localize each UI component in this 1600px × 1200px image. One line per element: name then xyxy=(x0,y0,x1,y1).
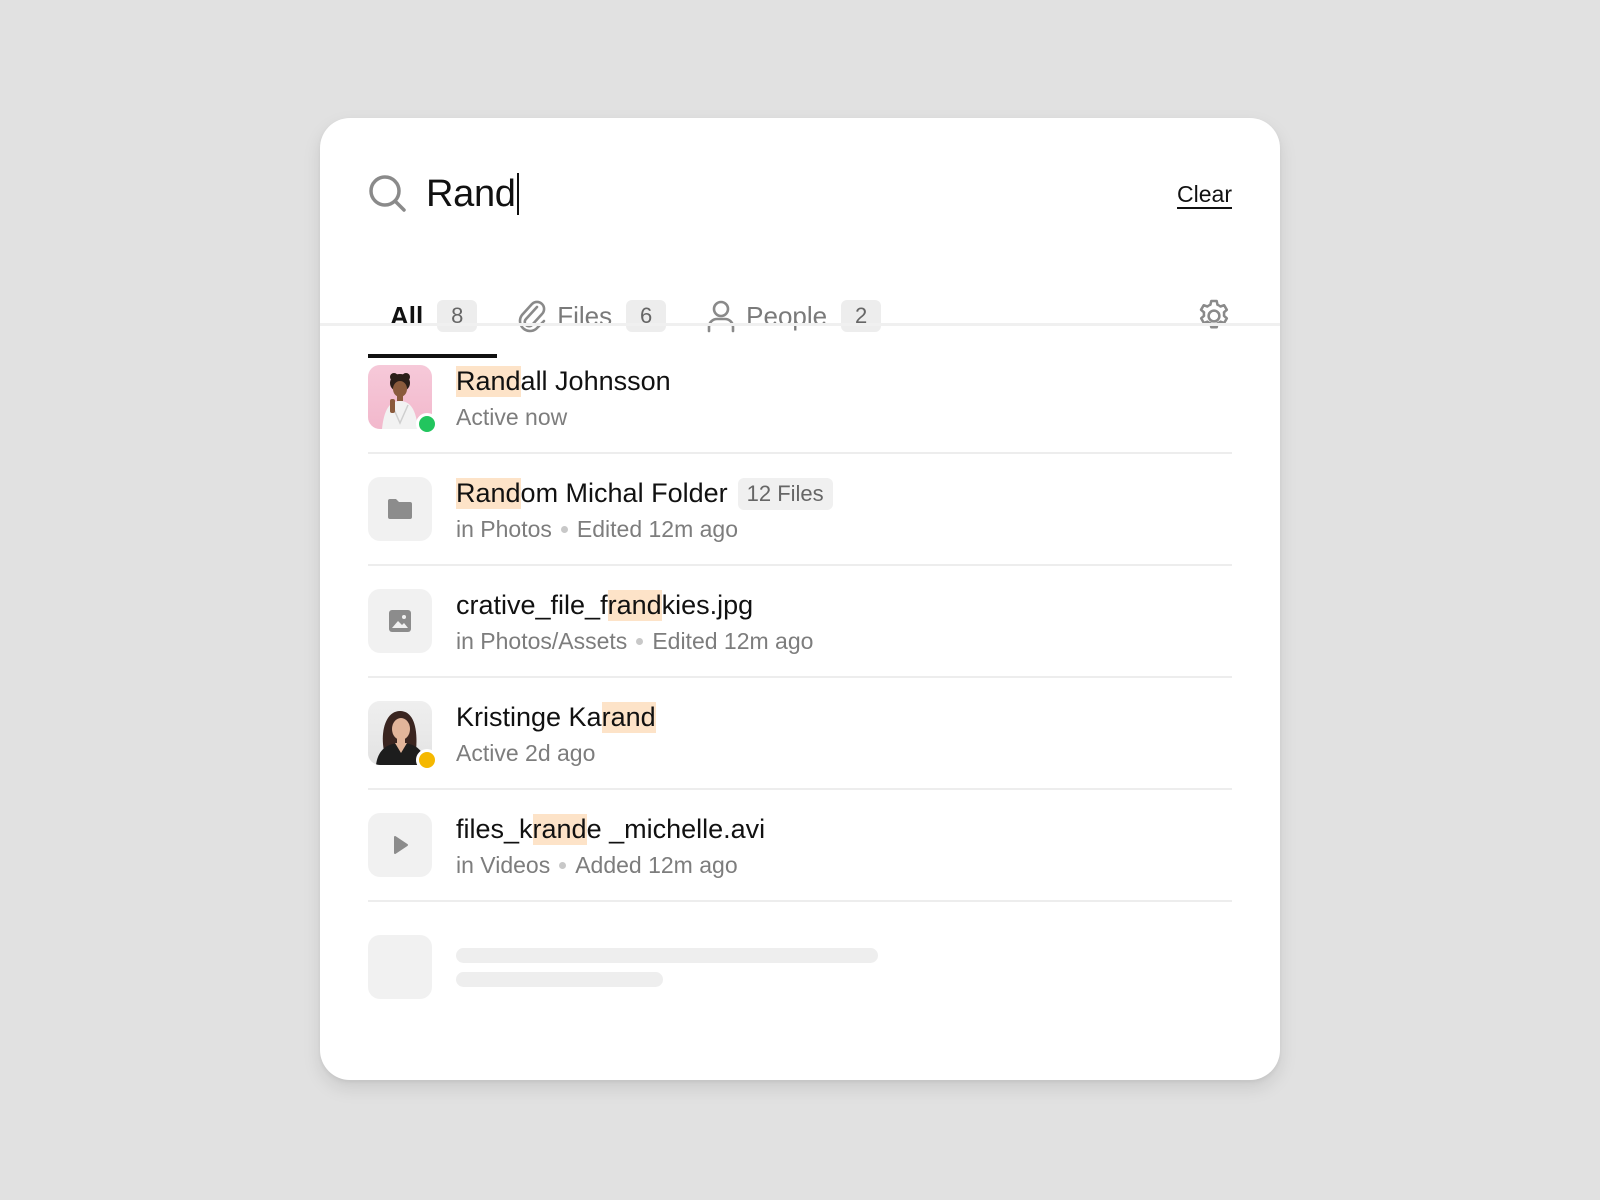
settings-button[interactable] xyxy=(1194,296,1234,336)
online-status-dot xyxy=(416,413,438,435)
avatar xyxy=(368,365,438,435)
clear-button[interactable]: Clear xyxy=(1177,181,1232,208)
title-rest: all Johnsson xyxy=(520,366,671,396)
result-subtitle: in Photos Edited 12m ago xyxy=(456,516,833,543)
file-thumb xyxy=(368,477,432,541)
search-icon xyxy=(368,174,408,214)
file-thumb xyxy=(368,589,432,653)
separator-dot xyxy=(560,525,568,533)
result-subtitle: Active 2d ago xyxy=(456,740,656,767)
search-input-value: Rand xyxy=(426,172,516,215)
person-icon xyxy=(706,299,736,333)
result-person-kristinge[interactable]: Kristinge Ka rand Active 2d ago xyxy=(368,678,1232,790)
meta-text: Added 12m ago xyxy=(575,851,738,878)
result-title: Kristinge Ka rand xyxy=(456,700,656,736)
tab-count-badge: 8 xyxy=(437,300,478,332)
match-highlight: rand xyxy=(607,590,662,621)
title-rest: kies.jpg xyxy=(661,590,754,620)
result-subtitle: in Videos Added 12m ago xyxy=(456,852,765,879)
result-text: files_k rand e _michelle.avi in Videos Adde… xyxy=(456,812,765,879)
result-subtitle: in Photos/Assets Edited 12m ago xyxy=(456,628,813,655)
tab-count-badge: 2 xyxy=(841,300,882,332)
location-text: in Photos/Assets xyxy=(456,627,628,654)
meta-text: Edited 12m ago xyxy=(652,627,814,654)
title-pre: files_k xyxy=(456,814,533,844)
results-list: Rand all Johnsson Active now Rand om Micha… xyxy=(368,342,1232,1032)
result-person-randall[interactable]: Rand all Johnsson Active now xyxy=(368,342,1232,454)
result-title: crative_file_f rand kies.jpg xyxy=(456,588,813,624)
title-rest: om Michal Folder xyxy=(520,478,728,508)
tab-count-badge: 6 xyxy=(626,300,667,332)
location-text: in Photos xyxy=(456,515,552,542)
separator-dot xyxy=(559,861,567,869)
title-rest: e _michelle.avi xyxy=(586,814,766,844)
skeleton-thumb xyxy=(368,935,432,999)
paperclip-icon xyxy=(517,299,547,333)
result-text: Rand om Michal Folder 12 Files in Photos Ed… xyxy=(456,476,833,543)
tabs-divider xyxy=(320,323,1280,326)
tab-label: People xyxy=(746,300,828,331)
result-title: files_k rand e _michelle.avi xyxy=(456,812,765,848)
location-text: in Videos xyxy=(456,851,551,878)
image-icon xyxy=(389,610,411,632)
tab-label: All xyxy=(390,300,424,331)
play-icon xyxy=(394,836,408,854)
match-highlight: rand xyxy=(532,814,587,845)
file-thumb xyxy=(368,813,432,877)
match-highlight: rand xyxy=(601,702,656,733)
avatar xyxy=(368,701,438,771)
result-image-file[interactable]: crative_file_f rand kies.jpg in Photos/Ass… xyxy=(368,566,1232,678)
skeleton-lines xyxy=(456,947,878,987)
match-highlight: Rand xyxy=(456,366,521,397)
result-text: Rand all Johnsson Active now xyxy=(456,364,671,431)
search-input[interactable]: Rand xyxy=(426,173,1177,216)
separator-dot xyxy=(636,637,644,645)
result-title: Rand all Johnsson xyxy=(456,364,671,400)
meta-text: Edited 12m ago xyxy=(576,515,739,542)
result-text: crative_file_f rand kies.jpg in Photos/Ass… xyxy=(456,588,813,655)
result-subtitle: Active now xyxy=(456,404,671,431)
away-status-dot xyxy=(416,749,438,771)
tab-label: Files xyxy=(557,300,613,331)
presence-text: Active 2d ago xyxy=(456,739,596,766)
file-count-badge: 12 Files xyxy=(737,477,833,510)
title-pre: Kristinge Ka xyxy=(456,702,602,732)
result-title: Rand om Michal Folder 12 Files xyxy=(456,476,833,512)
gear-icon xyxy=(1199,299,1229,329)
search-bar: Rand Clear xyxy=(368,166,1232,222)
loading-skeleton xyxy=(368,902,1232,1032)
presence-text: Active now xyxy=(456,403,568,430)
result-text: Kristinge Ka rand Active 2d ago xyxy=(456,700,656,767)
result-video-file[interactable]: files_k rand e _michelle.avi in Videos Adde… xyxy=(368,790,1232,902)
skeleton-line xyxy=(456,971,663,987)
title-pre: crative_file_f xyxy=(456,590,608,620)
match-highlight: Rand xyxy=(456,478,521,509)
result-folder[interactable]: Rand om Michal Folder 12 Files in Photos Ed… xyxy=(368,454,1232,566)
folder-icon xyxy=(388,499,412,519)
skeleton-line xyxy=(456,947,878,963)
search-panel: Rand Clear All 8 Files 6 People 2 Rand a… xyxy=(320,118,1280,1080)
text-caret xyxy=(516,173,520,215)
